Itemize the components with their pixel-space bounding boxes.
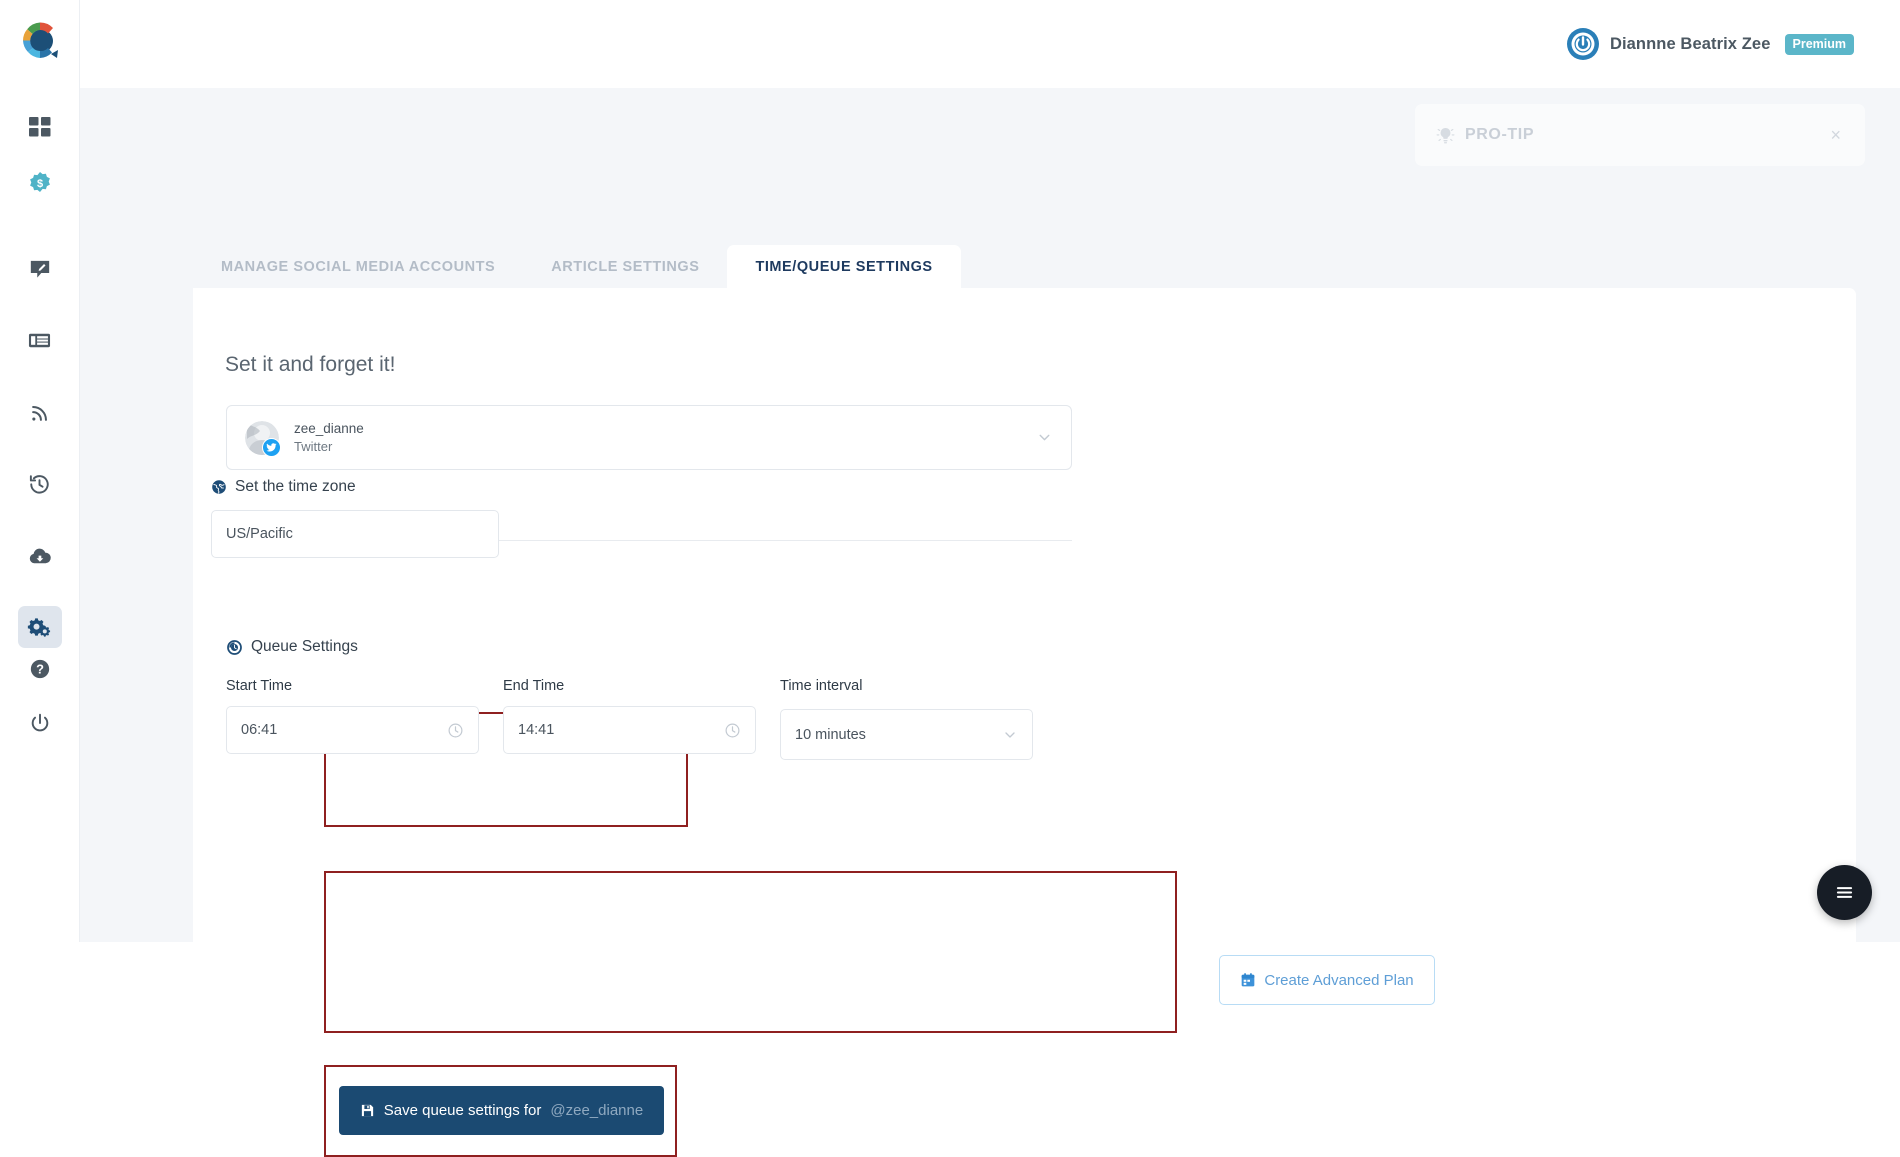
- cloud-download-icon: [29, 548, 51, 564]
- sidebar-item-dashboard[interactable]: [18, 106, 62, 148]
- page-title: Set it and forget it!: [225, 353, 396, 376]
- tab-manage-social-media-accounts[interactable]: MANAGE SOCIAL MEDIA ACCOUNTS: [193, 245, 523, 289]
- start-time-value: 06:41: [241, 722, 278, 738]
- queue-settings-heading: Queue Settings: [226, 638, 1033, 656]
- save-button-label: Save queue settings for: [383, 1102, 542, 1119]
- protip-label: PRO-TIP: [1465, 126, 1535, 143]
- tab-time-queue-settings[interactable]: TIME/QUEUE SETTINGS: [727, 244, 961, 288]
- history-clock-icon: [29, 475, 49, 494]
- timezone-input[interactable]: US/Pacific: [211, 510, 499, 558]
- protip-banner: PRO-TIP ×: [1415, 104, 1865, 166]
- account-selector[interactable]: zee_dianne Twitter: [226, 405, 1072, 470]
- chevron-down-icon[interactable]: [1002, 727, 1018, 743]
- user-chip[interactable]: Diannne Beatrix Zee Premium: [1566, 27, 1854, 61]
- queue-refresh-clock-icon: [226, 639, 243, 656]
- time-interval-field: Time interval 10 minutes: [780, 678, 1033, 760]
- end-time-value: 14:41: [518, 722, 555, 738]
- end-time-field: End Time 14:41: [503, 678, 756, 760]
- queue-settings-block: Queue Settings Start Time 06:41 End Time: [226, 638, 1033, 760]
- gears-settings-icon: [27, 618, 51, 638]
- end-time-input[interactable]: 14:41: [503, 706, 756, 754]
- save-queue-settings-button[interactable]: Save queue settings for @zee_dianne: [339, 1086, 664, 1135]
- user-name: Diannne Beatrix Zee: [1609, 34, 1771, 53]
- account-network: Twitter: [294, 438, 333, 454]
- sidebar-item-content-list[interactable]: [18, 320, 62, 362]
- top-header: Diannne Beatrix Zee Premium: [80, 0, 1900, 88]
- queue-settings-heading-label: Queue Settings: [251, 638, 358, 655]
- sidebar-item-rss-feeds[interactable]: [18, 392, 62, 434]
- account-handle: zee_dianne: [294, 420, 364, 436]
- create-advanced-plan-label: Create Advanced Plan: [1264, 971, 1414, 989]
- time-interval-select[interactable]: 10 minutes: [780, 709, 1033, 760]
- sidebar-item-compose[interactable]: [18, 248, 62, 290]
- rss-feed-icon: [31, 405, 47, 421]
- premium-badge: Premium: [1784, 33, 1854, 55]
- end-time-label: End Time: [503, 678, 565, 694]
- svg-text:$: $: [36, 178, 42, 190]
- compose-pencil-icon: [30, 260, 49, 278]
- sidebar-item-help[interactable]: ?: [18, 648, 62, 690]
- globe-icon: [211, 479, 227, 495]
- help-question-icon: ?: [30, 659, 49, 679]
- start-time-field: Start Time 06:41: [226, 678, 479, 760]
- user-power-avatar: [1566, 28, 1599, 60]
- sidebar: $ ?: [0, 0, 80, 942]
- settings-tabs: MANAGE SOCIAL MEDIA ACCOUNTS ARTICLE SET…: [193, 240, 961, 288]
- list-table-icon: [28, 334, 51, 348]
- time-interval-label: Time interval: [780, 678, 863, 694]
- money-badge-icon: $: [29, 171, 50, 192]
- timezone-heading-label: Set the time zone: [235, 478, 356, 495]
- calendar-icon: [1240, 972, 1256, 988]
- page-body: PRO-TIP × MANAGE SOCIAL MEDIA ACCOUNTS A…: [80, 88, 1900, 1157]
- tab-article-settings[interactable]: ARTICLE SETTINGS: [523, 245, 727, 289]
- svg-text:?: ?: [36, 662, 44, 677]
- sidebar-item-settings[interactable]: [17, 605, 62, 648]
- close-icon[interactable]: ×: [1826, 122, 1845, 148]
- sidebar-item-history[interactable]: [18, 464, 62, 506]
- chevron-down-icon[interactable]: [1036, 429, 1053, 446]
- avatar: [245, 420, 281, 457]
- sidebar-item-logout[interactable]: [18, 702, 62, 744]
- queue-fields: Start Time 06:41 End Time 14:41 Time int…: [226, 678, 1033, 760]
- lightbulb-icon: [1435, 125, 1456, 146]
- sidebar-item-earnings[interactable]: $: [18, 162, 62, 204]
- app-logo-circular-icon[interactable]: [18, 18, 62, 62]
- floating-menu-button[interactable]: [1817, 865, 1872, 920]
- start-time-input[interactable]: 06:41: [226, 706, 479, 754]
- grid-dashboard-icon: [28, 116, 50, 137]
- save-button-handle: @zee_dianne: [550, 1102, 644, 1119]
- start-time-label: Start Time: [226, 678, 293, 694]
- settings-card: Set it and forget it! zee_dianne Twitter…: [193, 288, 1856, 1157]
- create-advanced-plan-button[interactable]: Create Advanced Plan: [1219, 955, 1435, 1005]
- twitter-bird-icon: [262, 437, 281, 457]
- power-logout-icon: [31, 713, 48, 732]
- time-interval-value: 10 minutes: [795, 726, 866, 743]
- timezone-heading: Set the time zone: [211, 478, 499, 496]
- clock-icon[interactable]: [447, 722, 464, 739]
- queue-settings-highlight-box: [324, 871, 1177, 1033]
- floppy-save-icon: [360, 1103, 375, 1118]
- account-text: zee_dianne Twitter: [294, 420, 1036, 456]
- timezone-block: Set the time zone US/Pacific: [211, 478, 499, 558]
- sidebar-item-downloads[interactable]: [18, 536, 62, 578]
- clock-icon[interactable]: [724, 722, 741, 739]
- hamburger-menu-icon: [1836, 887, 1853, 898]
